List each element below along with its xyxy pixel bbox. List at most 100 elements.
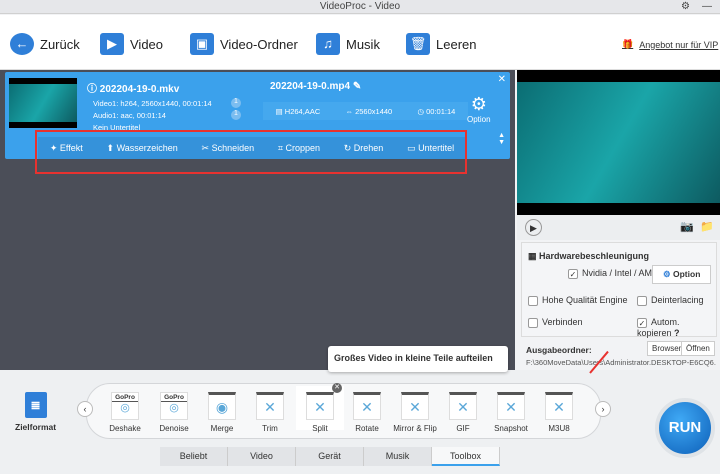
tool-label: Trim	[262, 424, 278, 433]
edit-pencil-icon[interactable]: ✎	[353, 81, 361, 92]
help-icon[interactable]: ?	[674, 328, 680, 338]
scroll-right-button[interactable]: ›	[595, 401, 611, 417]
tool-denoise[interactable]: GoPro ◎ Denoise	[150, 392, 198, 433]
video-add-icon: ▶	[100, 33, 124, 55]
video-thumbnail	[9, 78, 77, 128]
folder-icon[interactable]: 📁	[700, 220, 714, 233]
minimize-icon[interactable]: —	[702, 0, 712, 14]
resolution-value: 2560x1440	[355, 106, 393, 116]
output-file-name[interactable]: 202204-19-0.mp4 ✎	[270, 81, 361, 92]
folder-label: Video-Ordner	[220, 36, 298, 52]
clear-button[interactable]: 🗑 Leeren	[406, 33, 476, 55]
tools-icon: ✕	[353, 392, 381, 420]
duration-info: ◷ 00:01:14	[417, 106, 456, 116]
tool-rotate[interactable]: ✕ Rotate	[343, 392, 391, 433]
run-button[interactable]: RUN	[655, 398, 715, 458]
tab-toolbox[interactable]: Toolbox	[432, 447, 500, 466]
high-quality-label: Hohe Qualität Engine	[542, 295, 628, 305]
back-button[interactable]: ← Zurück	[10, 33, 80, 55]
codec-gear-icon: ⚙	[470, 94, 487, 114]
tool-label: Merge	[210, 424, 234, 433]
back-label: Zurück	[40, 36, 80, 52]
tools-icon: ✕	[449, 392, 477, 420]
audio-info: Audio1: aac, 00:01:14	[93, 111, 166, 120]
codec-info: ▤ H264,AAC	[275, 106, 321, 116]
toolbar: ← Zurück ▶ Video ▣ Video-Ordner ♫ Musik 🗑 Lee…	[0, 15, 720, 70]
tool-merge[interactable]: ◉ Merge	[198, 392, 246, 433]
tab-musik[interactable]: Musik	[364, 447, 432, 466]
settings-panel: ▦ Hardwarebeschleunigung ✓ Nvidia / Intel…	[521, 242, 717, 338]
tools-icon: ✕	[306, 392, 334, 420]
merge-label: Verbinden	[542, 317, 583, 327]
option-label: Option	[467, 115, 491, 124]
hw-option-button[interactable]: ⚙ Option	[652, 265, 712, 284]
auto-copy-checkbox[interactable]: ✓ Autom. kopieren ?	[637, 317, 716, 338]
output-name: 202204-19-0.mp4	[270, 81, 351, 92]
output-info: ▤ H264,AAC ⇔ 2560x1440 ◷ 00:01:14	[263, 102, 468, 120]
tool-gif[interactable]: ✕ GIF	[439, 392, 487, 433]
info-icon: ⓘ	[87, 84, 100, 95]
open-button[interactable]: Öffnen	[681, 341, 715, 356]
source-name: 202204-19-0.mkv	[99, 84, 180, 95]
tool-label: Denoise	[159, 424, 189, 433]
output-folder-label: Ausgabeordner:	[526, 345, 592, 355]
add-video-button[interactable]: ▶ Video	[100, 33, 163, 55]
video-preview	[517, 70, 720, 215]
resolution-info: ⇔ 2560x1440	[345, 106, 393, 116]
add-music-button[interactable]: ♫ Musik	[316, 33, 380, 55]
source-file-name: ⓘ 202204-19-0.mkv	[87, 80, 179, 95]
video-label: Video	[130, 36, 164, 52]
output-path[interactable]: F:\360MoveData\Users\Administrator.DESKT…	[526, 358, 716, 367]
music-add-icon: ♫	[316, 33, 340, 55]
target-format-icon: ≣	[24, 392, 47, 418]
music-label: Musik	[346, 36, 380, 52]
playback-bar: ▶ 📷 📁	[517, 215, 720, 240]
codec-option-button[interactable]: ⚙ Option	[467, 94, 491, 124]
tools-icon: ✕	[545, 392, 573, 420]
hw-checkbox[interactable]: ✓ Nvidia / Intel / AMD	[568, 268, 659, 279]
remove-tool-icon[interactable]: ✕	[332, 383, 342, 393]
gear-icon[interactable]: ⚙	[681, 0, 690, 14]
tools-icon: ✕	[401, 392, 429, 420]
tool-m3u8[interactable]: ✕ M3U8	[535, 392, 583, 433]
gopro-icon: GoPro ◎	[160, 392, 188, 420]
gear-icon: ⚙	[663, 269, 671, 279]
merge-checkbox[interactable]: Verbinden	[528, 317, 583, 328]
deinterlacing-checkbox[interactable]: Deinterlacing	[637, 295, 704, 306]
close-icon[interactable]: ✕	[498, 74, 506, 85]
tool-deshake[interactable]: GoPro ◎ Deshake	[101, 392, 149, 433]
deinterlacing-label: Deinterlacing	[651, 295, 704, 305]
reorder-arrows-icon[interactable]: ▲ ▼	[498, 132, 505, 146]
tool-label: Rotate	[355, 424, 379, 433]
tool-mirror-flip[interactable]: ✕ Mirror & Flip	[391, 392, 439, 433]
merge-icon: ◉	[208, 392, 236, 420]
gopro-label: GoPro	[161, 394, 187, 402]
add-folder-button[interactable]: ▣ Video-Ordner	[190, 33, 298, 55]
video-track-badge[interactable]: 1	[231, 98, 241, 108]
tool-trim[interactable]: ✕ Trim	[246, 392, 294, 433]
tab-beliebt[interactable]: Beliebt	[160, 447, 228, 466]
hw-option-label: Nvidia / Intel / AMD	[582, 268, 659, 278]
gift-icon: 🎁	[622, 39, 634, 49]
high-quality-checkbox[interactable]: Hohe Qualität Engine	[528, 295, 628, 306]
tool-snapshot[interactable]: ✕ Snapshot	[487, 392, 535, 433]
scroll-left-button[interactable]: ‹	[77, 401, 93, 417]
vip-offer-link[interactable]: 🎁 Angebot nur für VIP	[622, 39, 718, 50]
camera-icon[interactable]: 📷	[680, 220, 694, 233]
codec-value: H264,AAC	[284, 106, 321, 116]
folder-add-icon: ▣	[190, 33, 214, 55]
source-info: Video1: h264, 2560x1440, 00:01:14 Audio1…	[93, 98, 212, 134]
tool-label: GIF	[456, 424, 470, 433]
hw-title: Hardwarebeschleunigung	[539, 251, 650, 261]
tab-geraet[interactable]: Gerät	[296, 447, 364, 466]
target-format[interactable]: ≣ Zielformat	[15, 392, 56, 432]
play-button[interactable]: ▶	[525, 219, 542, 236]
tab-video[interactable]: Video	[228, 447, 296, 466]
audio-track-badge[interactable]: 1	[231, 110, 241, 120]
trash-icon: 🗑	[406, 33, 430, 55]
tool-label: Mirror & Flip	[393, 424, 437, 433]
video-info: Video1: h264, 2560x1440, 00:01:14	[93, 99, 212, 108]
highlight-box	[35, 130, 467, 174]
tool-label: M3U8	[548, 424, 570, 433]
gopro-icon: GoPro ◎	[111, 392, 139, 420]
